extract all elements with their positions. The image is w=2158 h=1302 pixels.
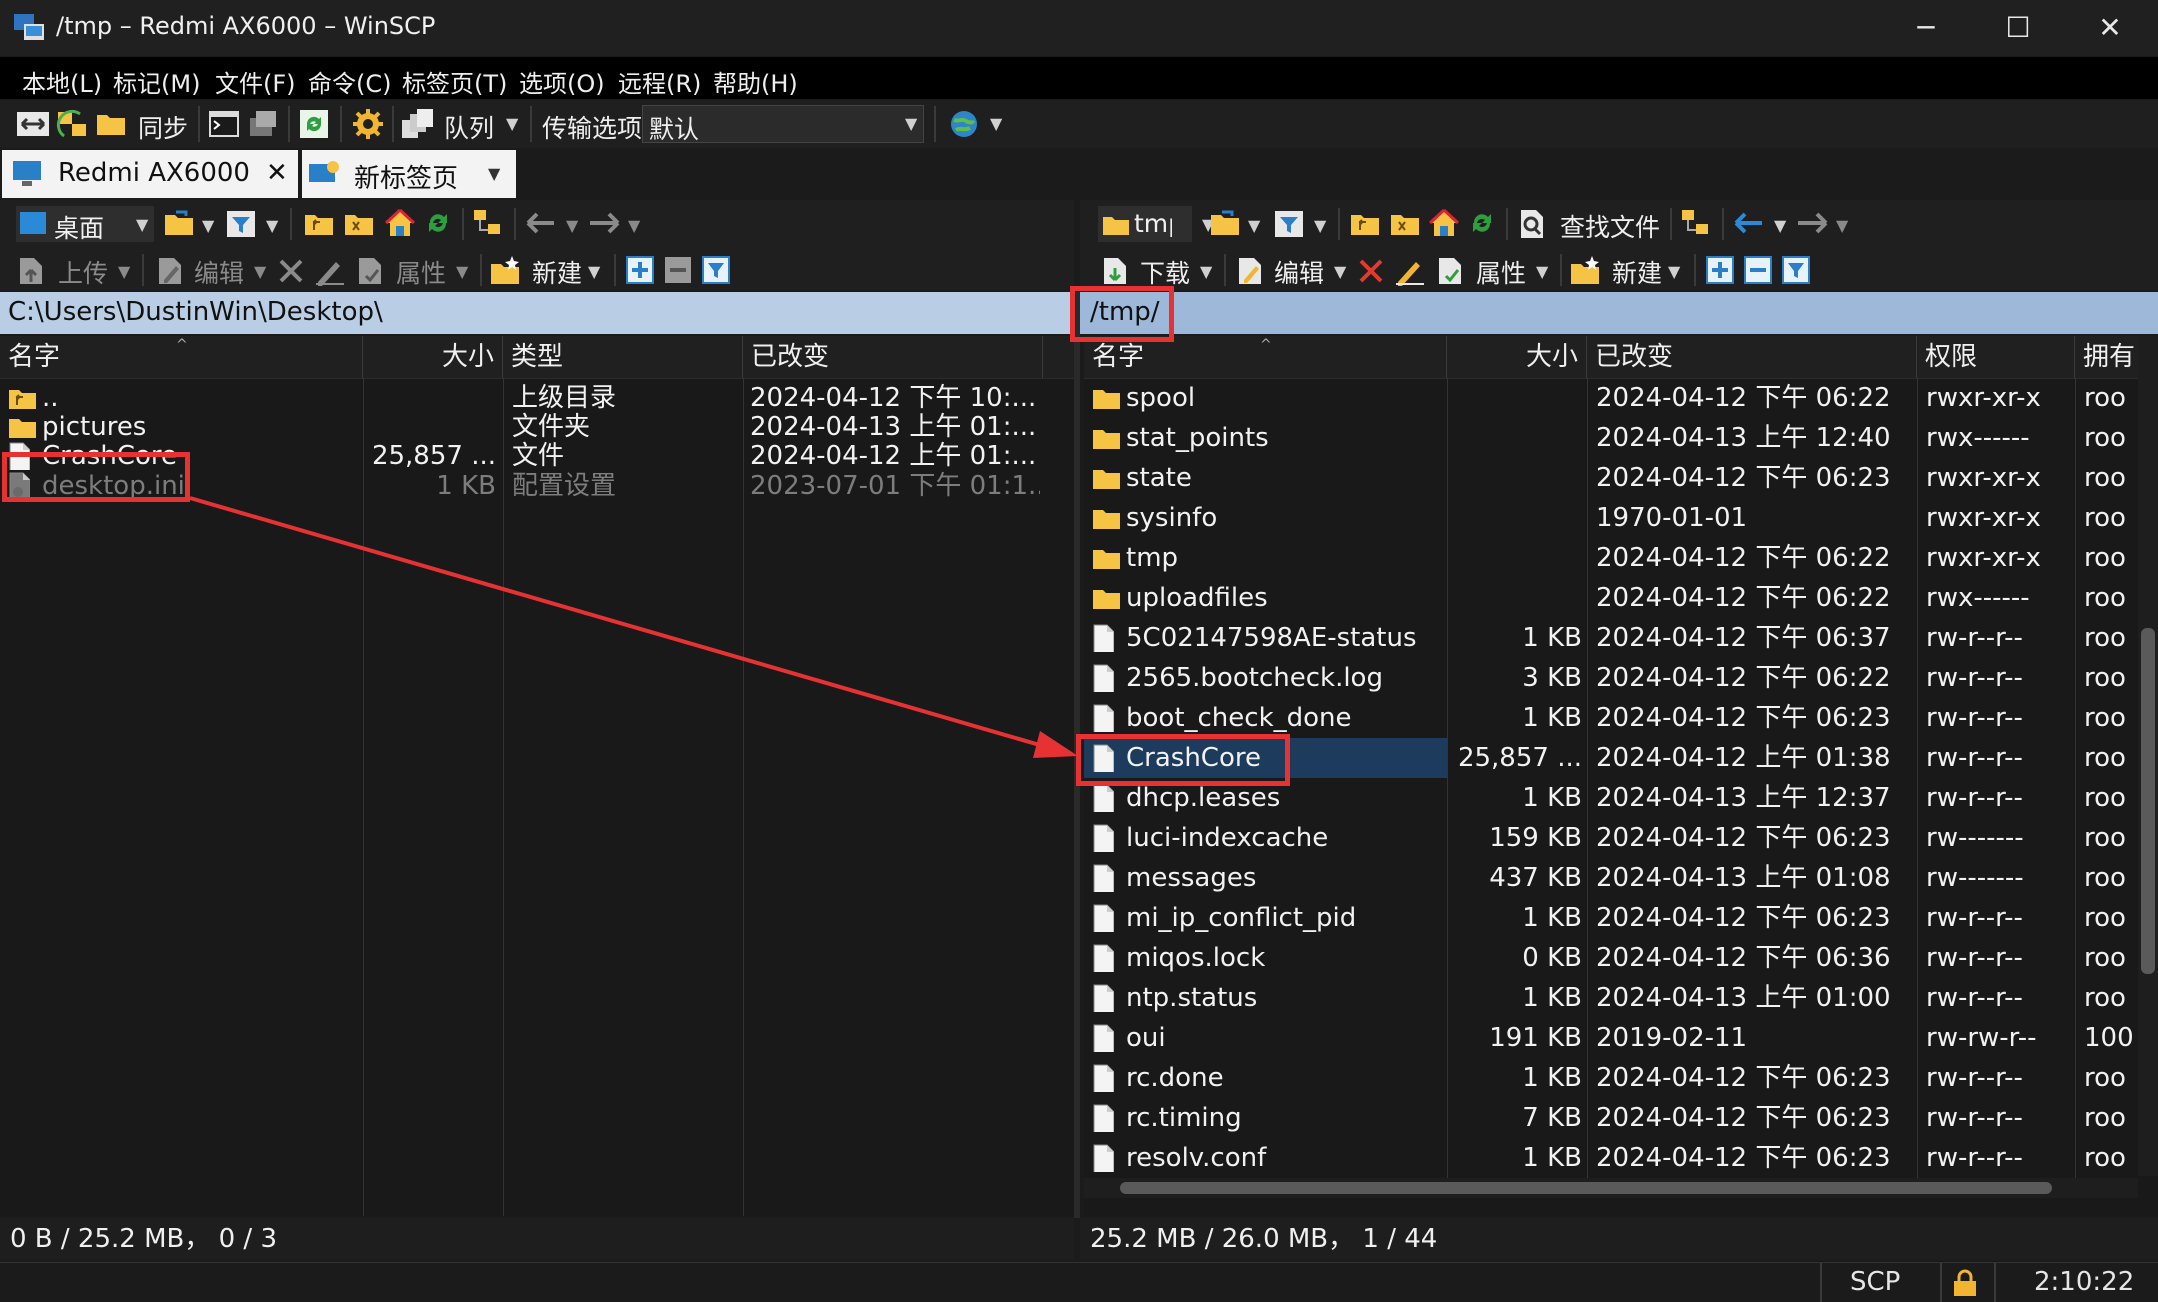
annotation-arrow [189,496,1078,758]
